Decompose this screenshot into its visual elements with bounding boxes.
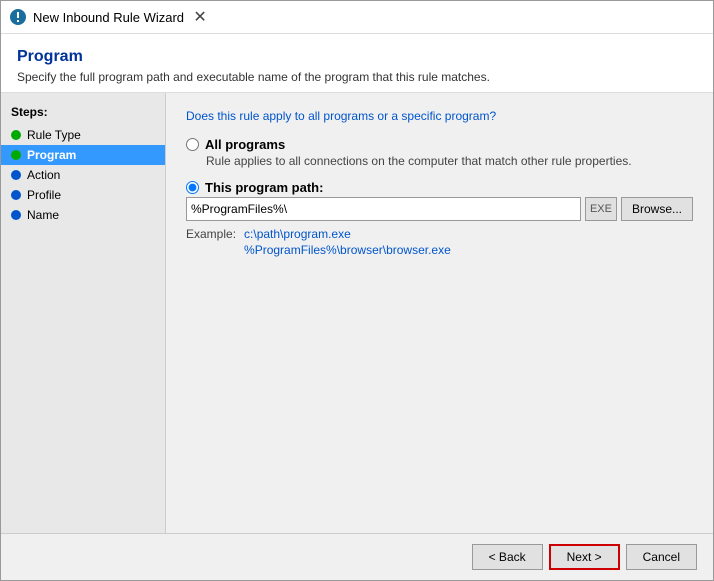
path-input-row: EXE Browse...: [186, 197, 693, 221]
title-bar: New Inbound Rule Wizard ✕: [1, 1, 713, 34]
footer: < Back Next > Cancel: [1, 533, 713, 580]
right-panel: Does this rule apply to all programs or …: [166, 93, 713, 533]
sidebar-item-name[interactable]: Name: [1, 205, 165, 225]
browse-button[interactable]: Browse...: [621, 197, 693, 221]
all-programs-option: All programs Rule applies to all connect…: [186, 137, 693, 168]
sidebar: Steps: Rule Type Program Action Profile: [1, 93, 166, 533]
dot-icon: [11, 130, 21, 140]
dot-icon: [11, 190, 21, 200]
sidebar-item-label: Program: [27, 148, 76, 162]
this-program-row: This program path:: [186, 180, 693, 195]
sidebar-item-label: Rule Type: [27, 128, 81, 142]
sidebar-item-rule-type[interactable]: Rule Type: [1, 125, 165, 145]
page-title: Program: [17, 48, 697, 66]
sidebar-item-label: Name: [27, 208, 59, 222]
sidebar-item-label: Profile: [27, 188, 61, 202]
page-subtitle: Specify the full program path and execut…: [17, 70, 697, 84]
main-body: Steps: Rule Type Program Action Profile: [1, 93, 713, 533]
dot-icon: [11, 150, 21, 160]
example-paths: c:\path\program.exe %ProgramFiles%\brows…: [244, 227, 451, 257]
wizard-window: New Inbound Rule Wizard ✕ Program Specif…: [0, 0, 714, 581]
radio-group: All programs Rule applies to all connect…: [186, 137, 693, 257]
all-programs-desc: Rule applies to all connections on the c…: [206, 154, 693, 168]
title-bar-text: New Inbound Rule Wizard: [33, 10, 184, 25]
all-programs-label[interactable]: All programs: [205, 137, 285, 152]
path-input[interactable]: [186, 197, 581, 221]
this-program-option: This program path: EXE Browse... Example…: [186, 180, 693, 257]
this-program-label[interactable]: This program path:: [205, 180, 323, 195]
dot-icon: [11, 210, 21, 220]
question-text: Does this rule apply to all programs or …: [186, 109, 693, 123]
sidebar-item-profile[interactable]: Profile: [1, 185, 165, 205]
close-button[interactable]: ✕: [190, 7, 210, 27]
page-header: Program Specify the full program path an…: [1, 34, 713, 93]
example-label: Example:: [186, 227, 236, 257]
sidebar-item-action[interactable]: Action: [1, 165, 165, 185]
all-programs-radio[interactable]: [186, 138, 199, 151]
example-path-1: c:\path\program.exe: [244, 227, 451, 241]
example-row: Example: c:\path\program.exe %ProgramFil…: [186, 227, 693, 257]
content-area: Program Specify the full program path an…: [1, 34, 713, 580]
exe-label: EXE: [585, 197, 617, 221]
cancel-button[interactable]: Cancel: [626, 544, 697, 570]
sidebar-item-label: Action: [27, 168, 60, 182]
wizard-icon: [9, 8, 27, 26]
example-path-2: %ProgramFiles%\browser\browser.exe: [244, 243, 451, 257]
sidebar-item-program[interactable]: Program: [1, 145, 165, 165]
this-program-radio[interactable]: [186, 181, 199, 194]
next-button[interactable]: Next >: [549, 544, 620, 570]
program-path-section: EXE Browse... Example: c:\path\program.e…: [186, 197, 693, 257]
back-button[interactable]: < Back: [472, 544, 543, 570]
steps-label: Steps:: [1, 105, 165, 125]
all-programs-row: All programs: [186, 137, 693, 152]
dot-icon: [11, 170, 21, 180]
